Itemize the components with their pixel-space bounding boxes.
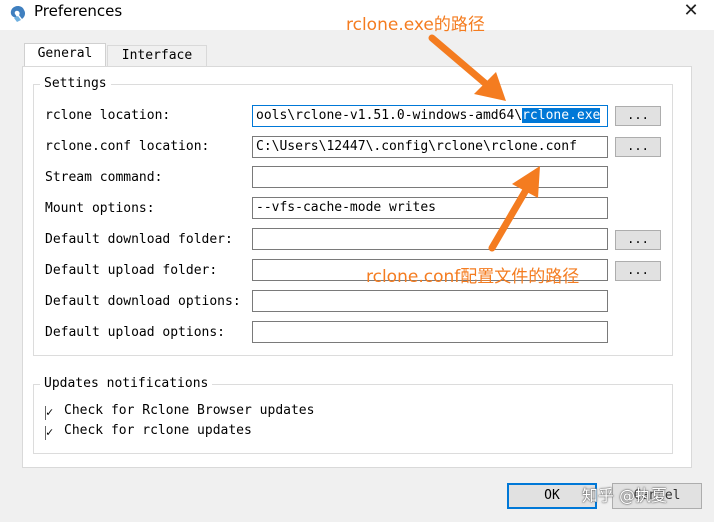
annotation-exe-path: rclone.exe的路径 <box>346 15 485 35</box>
check-browser-updates-checkbox[interactable]: ✓ Check for Rclone Browser updates <box>45 403 314 420</box>
rclone-location-path: ools\rclone-v1.51.0-windows-amd64\ <box>256 108 523 123</box>
check-rclone-updates-label: Check for rclone updates <box>64 423 252 438</box>
default-download-folder-label: Default download folder: <box>45 232 233 247</box>
rclone-location-selection: rclone.exe <box>522 108 601 123</box>
rclone-conf-location-label: rclone.conf location: <box>45 139 210 154</box>
browse-upload-folder-button[interactable]: ... <box>615 261 661 281</box>
browse-rclone-location-button[interactable]: ... <box>615 106 661 126</box>
tab-general[interactable]: General <box>24 43 106 67</box>
default-upload-options-field[interactable] <box>252 321 608 343</box>
check-browser-updates-label: Check for Rclone Browser updates <box>64 403 315 418</box>
close-icon[interactable]: ✕ <box>680 0 702 22</box>
browse-rclone-conf-button[interactable]: ... <box>615 137 661 157</box>
default-download-options-field[interactable] <box>252 290 608 312</box>
rclone-location-label: rclone location: <box>45 108 171 123</box>
mount-options-label: Mount options: <box>45 201 155 216</box>
annotation-conf-path: rclone.conf配置文件的路径 <box>366 267 580 287</box>
default-download-options-label: Default download options: <box>45 294 241 309</box>
stream-command-label: Stream command: <box>45 170 163 185</box>
checkmark-icon: ✓ <box>45 406 58 420</box>
checkmark-icon: ✓ <box>45 426 58 440</box>
tab-interface[interactable]: Interface <box>107 45 207 67</box>
updates-group-label: Updates notifications <box>40 376 213 391</box>
watermark: 知乎 @执夏 <box>582 486 668 505</box>
mount-options-field[interactable]: --vfs-cache-mode writes <box>252 197 608 219</box>
window-title: Preferences <box>34 2 123 20</box>
rclone-location-field[interactable]: ools\rclone-v1.51.0-windows-amd64\rclone… <box>252 105 608 127</box>
browse-download-folder-button[interactable]: ... <box>615 230 661 250</box>
default-upload-options-label: Default upload options: <box>45 325 226 340</box>
default-download-folder-field[interactable] <box>252 228 608 250</box>
settings-group-label: Settings <box>40 76 111 91</box>
check-rclone-updates-checkbox[interactable]: ✓ Check for rclone updates <box>45 423 252 440</box>
stream-command-field[interactable] <box>252 166 608 188</box>
app-icon <box>10 6 26 22</box>
default-upload-folder-label: Default upload folder: <box>45 263 218 278</box>
rclone-conf-location-field[interactable]: C:\Users\12447\.config\rclone\rclone.con… <box>252 136 608 158</box>
